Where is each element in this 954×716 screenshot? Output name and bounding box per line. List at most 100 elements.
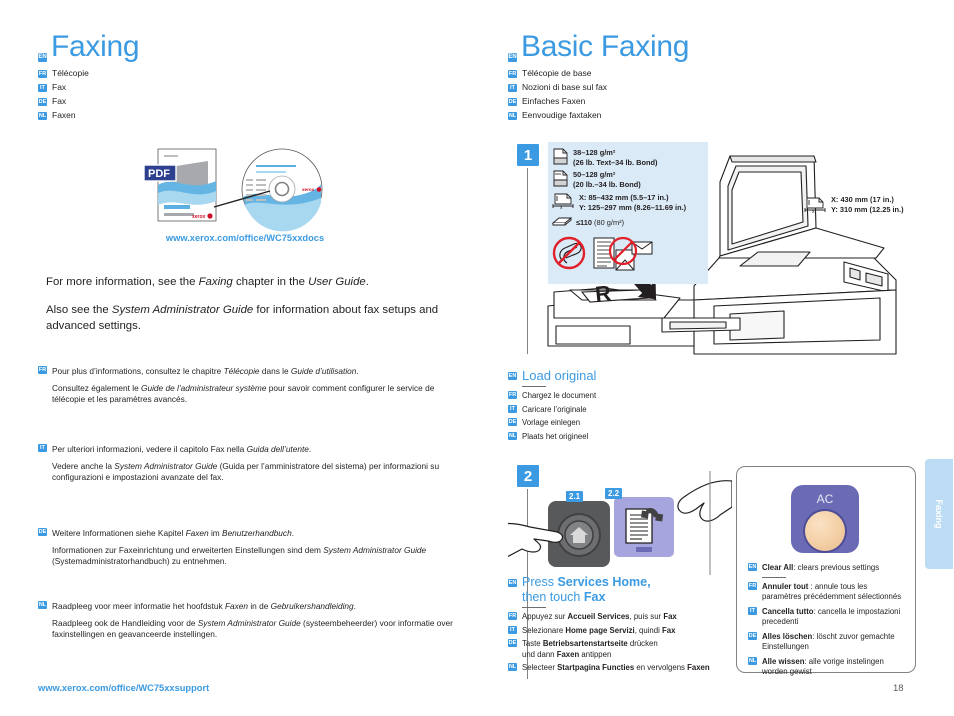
title-translations: FR Télécopie IT Fax DE Fax NL Faxen [38, 68, 468, 121]
sheet-dimensions-icon: x [552, 193, 574, 210]
localized-body: Informationen zur Faxeinrichtung und erw… [52, 544, 427, 567]
glass-y-value: Y: 310 mm (12.25 in.) [831, 205, 904, 214]
translation-text: Nozioni di base sul fax [522, 82, 608, 92]
caption-translation-text: Appuyez sur Accueil Services, puis sur F… [522, 612, 677, 621]
lang-badge-de: DE [38, 528, 47, 536]
svg-text:xerox: xerox [192, 214, 206, 220]
size-spec-row: x X: 85–432 mm (5.5–17 in.) Y: 125–297 mm … [552, 193, 708, 212]
original-spec-list: 38–128 g/m² (26 lb. Text–34 lb. Bond) 50–1… [552, 148, 708, 272]
translation-text: Télécopie [52, 68, 89, 78]
clear-all-row: NL Alle wissen: alle vorige instelingen w… [748, 656, 905, 678]
lang-badge-fr: FR [508, 612, 517, 620]
clear-all-key[interactable]: AC [791, 485, 859, 553]
clear-all-rule [762, 576, 786, 578]
lang-badge-nl: NL [508, 111, 517, 120]
weight-spec-row: 50–128 g/m² (20 lb.–34 lb. Bond) [552, 170, 708, 189]
size-spec-x: X: 85–432 mm (5.5–17 in.) [579, 193, 669, 203]
lang-badge-it: IT [508, 625, 517, 634]
localized-block-nl: NL Raadpleeg voor meer informatie het hoo… [38, 601, 458, 641]
step-2-caption-line1-pre: Press [522, 575, 558, 589]
intro-paragraph: For more information, see the Faxing cha… [46, 276, 369, 288]
side-tab-faxing: Faxing [925, 459, 953, 569]
left-column: EN Faxing FR Télécopie IT Fax DE Fax NL Faxen [38, 32, 468, 121]
weight-spec-text: 50–128 g/m² (20 lb.–34 lb. Bond) [573, 170, 641, 189]
translation-row: IT Nozioni di base sul fax [508, 82, 928, 93]
clear-all-key-button[interactable] [805, 511, 845, 551]
clear-all-text: Cancella tutto: cancella le impostazioni… [762, 606, 901, 627]
documentation-url[interactable]: www.xerox.com/office/WC75xxdocs [130, 233, 360, 243]
capacity-spec-row: ≤110 (80 g/m²) [552, 217, 708, 229]
original-spec-panel: 38–128 g/m² (26 lb. Text–34 lb. Bond) 50–1… [548, 142, 708, 284]
documentation-artwork: xerox PDF xerox [130, 145, 350, 240]
lang-badge-nl: NL [38, 601, 47, 609]
caption-translation-text: Chargez le document [522, 391, 597, 400]
caption-translation-text: Vorlage einlegen [522, 418, 581, 427]
size-spec-text: X: 85–432 mm (5.5–17 in.) Y: 125–297 mm (… [579, 193, 686, 212]
step-1-caption: EN Load original FR Chargez le document IT… [508, 368, 758, 442]
lang-badge-nl: NL [508, 431, 517, 440]
document-glass-spec-text: X: 430 mm (17 in.) Y: 310 mm (12.25 in.) [831, 195, 904, 215]
lang-badge-it: IT [508, 404, 517, 413]
capacity-value: ≤110 [576, 217, 592, 227]
weight-spec-imperial: (26 lb. Text–34 lb. Bond) [573, 157, 658, 167]
caption-translation-text: Caricare l’originale [522, 404, 587, 414]
translation-text: Fax [52, 82, 67, 92]
weight-spec-metric: 38–128 g/m² [573, 148, 616, 157]
step-2-caption: EN Press Services Home, then touch Fax F… [508, 575, 738, 674]
step-1-number: 1 [517, 144, 539, 166]
paper-stack-icon [552, 217, 572, 226]
caption-translation-row: NL Selecteer Startpagina Functies en verv… [508, 663, 738, 674]
control-panel-illustration [508, 471, 732, 575]
intro-paragraph: Also see the System Administrator Guide … [46, 304, 439, 332]
caption-translation-row: NL Plaats het origineel [508, 431, 758, 443]
step-2-caption-line1: Press Services Home, [522, 575, 651, 590]
clear-all-row: DE Alles löschen: löscht zuvor gemachte E… [748, 631, 905, 653]
localized-head: FR Pour plus d’informations, consultez le… [38, 366, 359, 376]
clear-all-text: Annuler tout : annule tous les paramètre… [762, 581, 902, 602]
clear-all-row: IT Cancella tutto: cancella le impostazio… [748, 606, 905, 628]
step-1-caption-text: Load original [522, 368, 597, 383]
lang-badge-de: DE [508, 97, 517, 106]
translation-row: FR Télécopie [38, 68, 468, 79]
document-glass-spec: x X: 430 mm (17 in.) Y: 310 mm (12.25 in… [804, 195, 904, 215]
caption-translation-row: IT Caricare l’originale [508, 404, 758, 416]
lang-badge-de: DE [508, 639, 517, 647]
step-1-caption-translations: FR Chargez le document IT Caricare l’origin… [508, 391, 758, 442]
localized-block-fr: FR Pour plus d’informations, consultez le… [38, 366, 458, 406]
size-spec-y: Y: 125–297 mm (8.26–11.69 in.) [579, 202, 687, 212]
svg-text:PDF: PDF [148, 168, 170, 180]
support-url[interactable]: www.xerox.com/office/WC75xxsupport [38, 683, 209, 693]
step-2-caption-line2: then touch Fax [522, 590, 651, 605]
page-title-text: Faxing [51, 30, 140, 63]
localized-head: DE Weitere Informationen siehe Kapitel Fa… [38, 528, 295, 538]
fax-label: Fax [583, 590, 606, 604]
glass-dimensions-icon: x [804, 197, 826, 214]
caption-translation-text: Taste Betriebsartenstartseite drücken und… [522, 639, 658, 659]
lang-badge-de: DE [508, 418, 517, 426]
translation-row: NL Eenvoudige faxtaken [508, 110, 928, 121]
translation-row: FR Télécopie de base [508, 68, 928, 79]
caption-translation-row: FR Appuyez sur Accueil Services, puis sur… [508, 612, 738, 623]
lang-badge-it: IT [38, 83, 47, 92]
lang-badge-fr: FR [38, 69, 47, 78]
capacity-note: (80 g/m²) [594, 217, 625, 227]
caption-translation-row: DE Taste Betriebsartenstartseite drücken u… [508, 639, 738, 660]
section-title-translations: FR Télécopie de base IT Nozioni di base sul… [508, 68, 928, 121]
page-title: EN Faxing [38, 32, 468, 62]
lang-badge-en: EN [748, 563, 757, 571]
localized-body: Raadpleeg ook de Handleiding voor de Sys… [52, 617, 453, 640]
lang-badge-it: IT [38, 444, 47, 452]
step-1: 1 R 38–128 g/m² (26 lb. Text–34 lb. Bond… [508, 140, 948, 360]
caption-translation-text: Selecteer Startpagina Functies en vervol… [522, 663, 710, 672]
clear-all-descriptions: EN Clear All: clears previous settings FR A… [748, 563, 905, 678]
step-2-caption-line2-pre: then touch [522, 590, 584, 604]
section-title-text: Basic Faxing [521, 30, 690, 63]
substep-2-2-badge: 2.2 [605, 488, 623, 499]
localized-head: NL Raadpleeg voor meer informatie het hoo… [38, 601, 356, 611]
lang-badge-fr: FR [508, 69, 517, 78]
no-stapled-or-folded-originals-icon [593, 236, 653, 271]
clear-all-text: Alles löschen: löscht zuvor gemachte Ein… [762, 631, 895, 652]
translation-row: DE Fax [38, 96, 468, 107]
caption-translation-text: Selezionare Home page Servizi, quindi Fa… [522, 625, 676, 635]
clear-all-text: Clear All: clears previous settings [762, 563, 880, 572]
